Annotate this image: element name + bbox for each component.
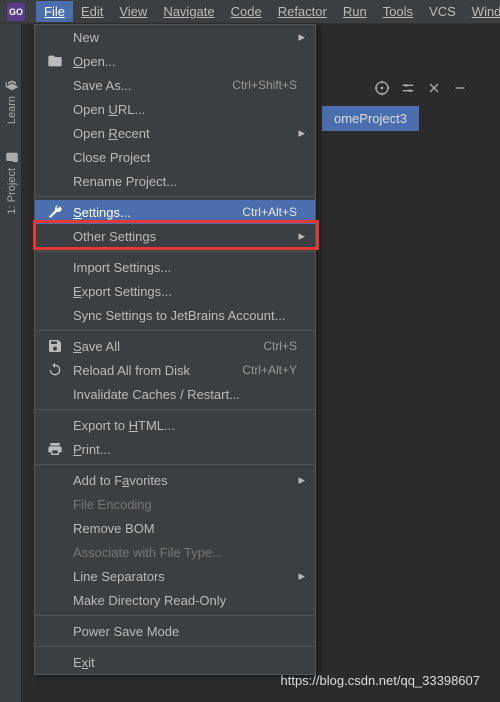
chevron-right-icon: ▸	[298, 568, 305, 584]
chevron-right-icon: ▸	[298, 29, 305, 45]
item-reload[interactable]: Reload All from DiskCtrl+Alt+Y	[35, 358, 315, 382]
chevron-right-icon: ▸	[298, 125, 305, 141]
left-gutter: Learn 1: Project	[0, 24, 22, 702]
menu-tools[interactable]: Tools	[375, 1, 421, 22]
menubar: File Edit View Navigate Code Refactor Ru…	[0, 0, 500, 24]
separator	[35, 196, 315, 197]
watermark: https://blog.csdn.net/qq_33398607	[281, 673, 481, 688]
target-icon[interactable]	[374, 80, 390, 96]
item-add-favorites[interactable]: Add to Favorites▸	[35, 468, 315, 492]
minimize-icon[interactable]	[452, 80, 468, 96]
menu-navigate[interactable]: Navigate	[155, 1, 222, 22]
reload-icon	[47, 362, 63, 378]
item-import-settings[interactable]: Import Settings...	[35, 255, 315, 279]
item-open[interactable]: Open...	[35, 49, 315, 73]
item-save-as[interactable]: Save As...Ctrl+Shift+S	[35, 73, 315, 97]
item-new[interactable]: New▸	[35, 25, 315, 49]
item-close-project[interactable]: Close Project	[35, 145, 315, 169]
item-associate: Associate with File Type...	[35, 540, 315, 564]
collapse-icon[interactable]	[426, 80, 442, 96]
separator	[35, 409, 315, 410]
menu-code[interactable]: Code	[223, 1, 270, 22]
separator	[35, 464, 315, 465]
item-line-separators[interactable]: Line Separators▸	[35, 564, 315, 588]
wrench-icon	[47, 204, 63, 220]
item-settings[interactable]: Settings...Ctrl+Alt+S	[35, 200, 315, 224]
menu-file[interactable]: File	[36, 1, 73, 22]
item-power-save[interactable]: Power Save Mode	[35, 619, 315, 643]
print-icon	[47, 441, 63, 457]
file-dropdown: New▸ Open... Save As...Ctrl+Shift+S Open…	[34, 24, 316, 675]
separator	[35, 646, 315, 647]
item-open-url[interactable]: Open URL...	[35, 97, 315, 121]
chevron-right-icon: ▸	[298, 472, 305, 488]
item-open-recent[interactable]: Open Recent▸	[35, 121, 315, 145]
separator	[35, 330, 315, 331]
item-exit[interactable]: Exit	[35, 650, 315, 674]
gutter-learn[interactable]: Learn	[2, 72, 22, 130]
menu-window[interactable]: Wind	[464, 1, 500, 22]
folder-open-icon	[47, 53, 63, 69]
menu-view[interactable]: View	[111, 1, 155, 22]
separator	[35, 615, 315, 616]
item-other-settings[interactable]: Other Settings▸	[35, 224, 315, 248]
item-file-encoding: File Encoding	[35, 492, 315, 516]
item-invalidate[interactable]: Invalidate Caches / Restart...	[35, 382, 315, 406]
menu-refactor[interactable]: Refactor	[270, 1, 335, 22]
app-icon: GO	[7, 3, 25, 21]
item-export-settings[interactable]: Export Settings...	[35, 279, 315, 303]
project-toolbar	[374, 76, 468, 100]
save-icon	[47, 338, 63, 354]
tab-project3[interactable]: omeProject3	[322, 106, 419, 131]
menu-edit[interactable]: Edit	[73, 1, 111, 22]
item-export-html[interactable]: Export to HTML...	[35, 413, 315, 437]
item-print[interactable]: Print...	[35, 437, 315, 461]
chevron-right-icon: ▸	[298, 228, 305, 244]
item-readonly[interactable]: Make Directory Read-Only	[35, 588, 315, 612]
item-save-all[interactable]: Save AllCtrl+S	[35, 334, 315, 358]
menu-vcs[interactable]: VCS	[421, 1, 464, 22]
separator	[35, 251, 315, 252]
item-rename-project[interactable]: Rename Project...	[35, 169, 315, 193]
settings-sliders-icon[interactable]	[400, 80, 416, 96]
item-remove-bom[interactable]: Remove BOM	[35, 516, 315, 540]
menu-run[interactable]: Run	[335, 1, 375, 22]
folder-icon	[5, 150, 19, 164]
file-tabs: omeProject3	[322, 106, 470, 134]
gutter-project[interactable]: 1: Project	[2, 144, 22, 220]
item-sync-settings[interactable]: Sync Settings to JetBrains Account...	[35, 303, 315, 327]
graduation-icon	[5, 78, 19, 92]
